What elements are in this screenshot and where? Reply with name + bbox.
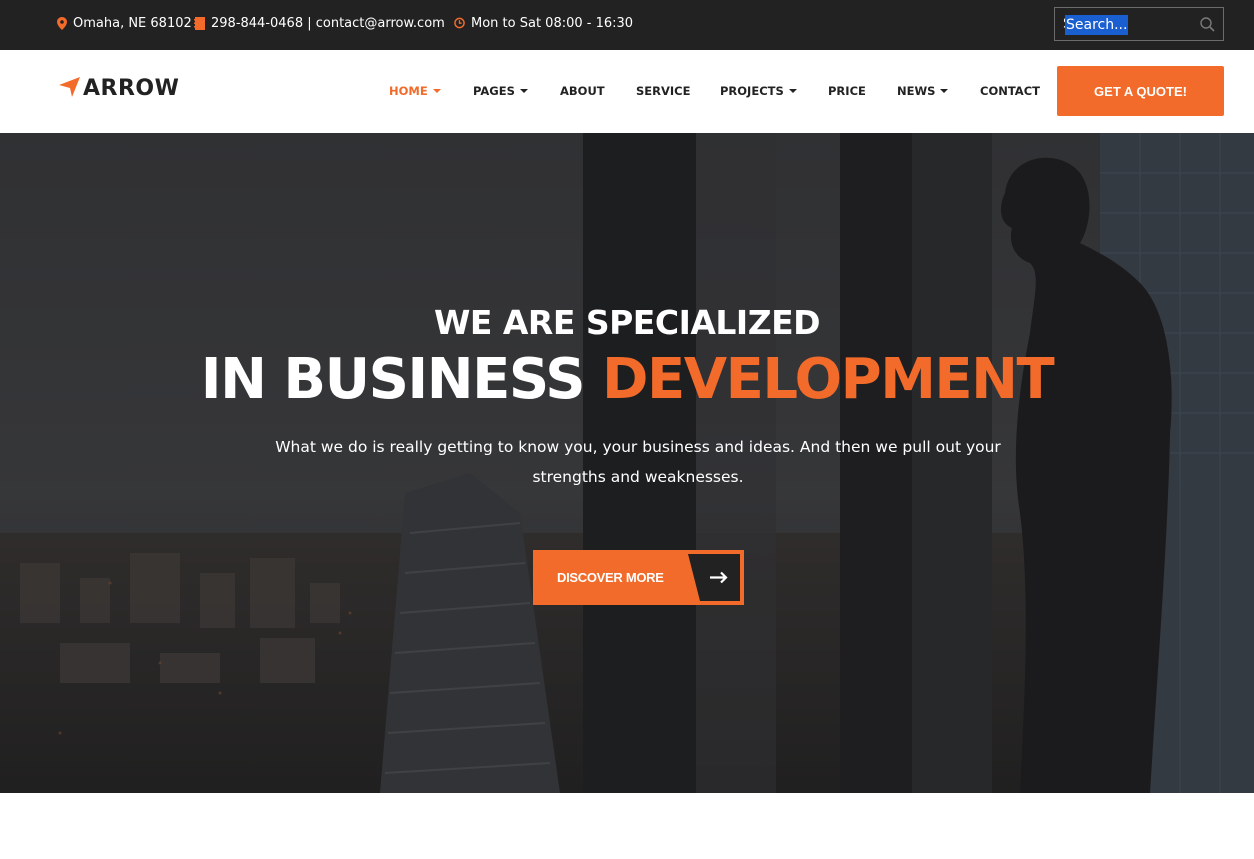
discover-more-button[interactable]: DISCOVER MORE xyxy=(533,550,744,605)
hours-text: Mon to Sat 08:00 - 16:30 xyxy=(471,15,634,31)
nav-contact-label: CONTACT xyxy=(980,84,1040,98)
hero-content: WE ARE SPECIALIZED IN BUSINESS DEVELOPME… xyxy=(0,133,1254,793)
map-pin-icon xyxy=(56,16,67,30)
search-icon[interactable] xyxy=(1200,17,1215,36)
hero-section: WE ARE SPECIALIZED IN BUSINESS DEVELOPME… xyxy=(0,133,1254,793)
phone-book-icon xyxy=(194,16,205,30)
logo[interactable]: ARROW xyxy=(59,76,179,101)
nav-price[interactable]: PRICE xyxy=(828,84,866,98)
phone-email-text[interactable]: 298-844-0468 | contact@arrow.com xyxy=(211,16,445,31)
get-a-quote-button[interactable]: GET A QUOTE! xyxy=(1057,66,1224,116)
clock-icon xyxy=(454,17,465,30)
nav-news[interactable]: NEWS xyxy=(897,84,949,98)
discover-more-label: DISCOVER MORE xyxy=(557,570,664,585)
hero-title-white: IN BUSINESS xyxy=(200,347,586,412)
location-info: Omaha, NE 68102 xyxy=(56,0,192,46)
search-input[interactable] xyxy=(1063,16,1193,32)
location-text: Omaha, NE 68102 xyxy=(73,15,192,31)
caret-down-icon xyxy=(788,89,797,93)
hero-title: IN BUSINESS DEVELOPMENT xyxy=(0,347,1254,412)
hours-info: Mon to Sat 08:00 - 16:30 xyxy=(454,0,633,46)
nav-service-label: SERVICE xyxy=(636,84,691,98)
hero-description: What we do is really getting to know you… xyxy=(275,438,1001,486)
arrow-right-icon xyxy=(688,554,740,601)
top-bar: Omaha, NE 68102 298-844-0468 | contact@a… xyxy=(0,0,1254,50)
caret-down-icon xyxy=(432,89,441,93)
nav-service[interactable]: SERVICE xyxy=(636,84,690,98)
nav-home[interactable]: HOME xyxy=(389,84,441,98)
nav-projects-label: PROJECTS xyxy=(720,84,784,98)
nav-price-label: PRICE xyxy=(828,84,866,98)
nav-pages[interactable]: PAGES xyxy=(473,84,528,98)
nav-home-label: HOME xyxy=(389,84,428,98)
nav-news-label: NEWS xyxy=(897,84,936,98)
next-section xyxy=(0,793,1254,859)
nav-pages-label: PAGES xyxy=(473,84,515,98)
contact-info: 298-844-0468 | contact@arrow.com xyxy=(194,0,445,46)
main-header: ARROW HOME PAGES ABOUT SERVICE PROJECTS … xyxy=(0,50,1254,133)
logo-text: ARROW xyxy=(83,76,180,101)
nav-contact[interactable]: CONTACT xyxy=(980,84,1040,98)
nav-projects[interactable]: PROJECTS xyxy=(720,84,797,98)
arrow-logo-icon xyxy=(59,76,81,101)
hero-title-accent: DEVELOPMENT xyxy=(602,347,1055,412)
hero-subtitle: WE ARE SPECIALIZED xyxy=(433,303,821,342)
search-box[interactable]: Search... xyxy=(1054,7,1224,41)
nav-about-label: ABOUT xyxy=(560,84,605,98)
caret-down-icon xyxy=(940,89,949,93)
caret-down-icon xyxy=(519,89,528,93)
nav-about[interactable]: ABOUT xyxy=(560,84,605,98)
